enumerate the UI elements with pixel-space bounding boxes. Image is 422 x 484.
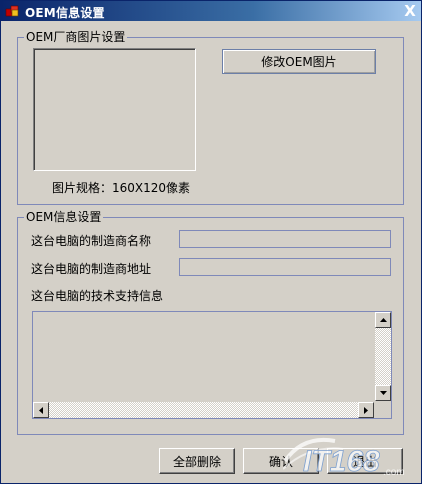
window-title: OEM信息设置: [25, 6, 105, 20]
logo-group-title: OEM厂商图片设置: [24, 30, 128, 44]
scroll-up-button[interactable]: [375, 312, 391, 328]
manufacturer-name-label: 这台电脑的制造商名称: [31, 234, 152, 248]
oem-cubes-icon: [5, 5, 19, 17]
triangle-right-icon: [364, 406, 368, 414]
triangle-down-icon: [379, 391, 387, 395]
support-info-textarea[interactable]: [32, 311, 392, 419]
scroll-left-button[interactable]: [33, 402, 49, 418]
modify-oem-image-button[interactable]: 修改OEM图片: [222, 49, 376, 74]
triangle-left-icon: [39, 406, 43, 414]
oem-image-preview: [33, 48, 196, 171]
modify-oem-image-label: 修改OEM图片: [261, 55, 337, 69]
confirm-button[interactable]: 确认: [243, 448, 319, 474]
exit-label: 退出: [352, 454, 377, 469]
scrollbar-corner: [375, 402, 391, 418]
delete-all-button[interactable]: 全部删除: [159, 448, 235, 474]
scroll-down-button[interactable]: [375, 385, 391, 401]
horizontal-scrollbar[interactable]: [33, 402, 374, 418]
confirm-label: 确认: [268, 454, 293, 469]
scroll-right-button[interactable]: [358, 402, 374, 418]
support-info-label: 这台电脑的技术支持信息: [31, 289, 164, 303]
vertical-scrollbar[interactable]: [375, 312, 391, 401]
manufacturer-address-label: 这台电脑的制造商地址: [31, 262, 152, 276]
delete-all-label: 全部删除: [172, 454, 221, 469]
manufacturer-address-field[interactable]: [179, 258, 391, 276]
close-button[interactable]: X: [402, 3, 418, 19]
exit-button[interactable]: 退出: [327, 448, 403, 474]
image-spec-text: 图片规格：160X120像素: [52, 181, 191, 195]
oem-settings-dialog: OEM信息设置 X OEM厂商图片设置 修改OEM图片 图片规格：160X120…: [0, 0, 422, 484]
manufacturer-name-field[interactable]: [179, 230, 391, 248]
triangle-up-icon: [379, 318, 387, 322]
info-group-title: OEM信息设置: [24, 210, 104, 224]
title-bar[interactable]: OEM信息设置 X: [1, 1, 421, 21]
close-icon: X: [404, 2, 416, 20]
